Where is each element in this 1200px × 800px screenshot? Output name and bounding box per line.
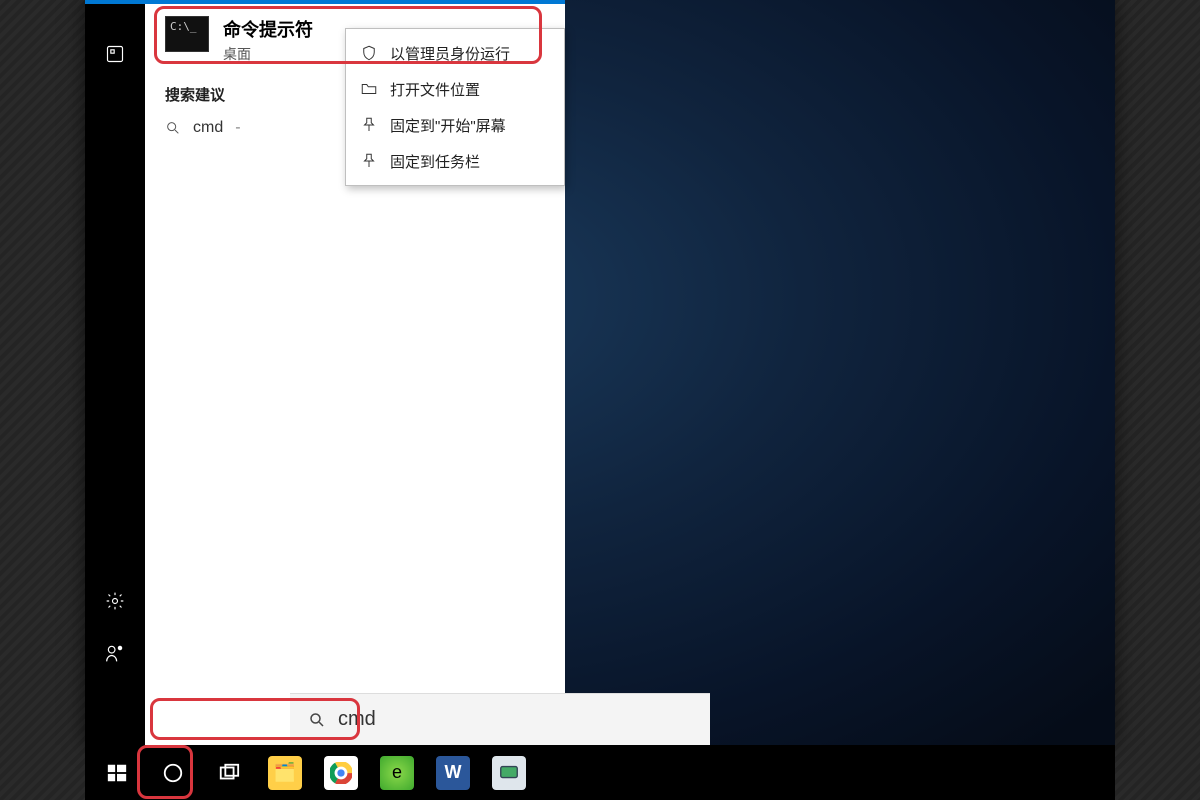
suggestion-label: cmd — [193, 119, 223, 137]
ctx-pin-to-start-label: 固定到"开始"屏幕 — [390, 115, 506, 136]
taskbar-app-vmware[interactable] — [483, 745, 535, 800]
feedback-icon[interactable] — [85, 627, 145, 679]
start-button[interactable] — [91, 745, 143, 800]
windows-logo-icon — [106, 762, 128, 784]
search-icon — [165, 120, 181, 136]
ctx-run-as-admin-label: 以管理员身份运行 — [390, 43, 510, 64]
cmd-icon: C:\_ — [165, 16, 209, 52]
best-match-text: 命令提示符 桌面 — [223, 16, 313, 64]
screenshot-stage: C:\_ 命令提示符 桌面 搜索建议 cmd - 〉 以管理员身份运行 打开文件… — [0, 0, 1200, 800]
search-input-container[interactable] — [290, 693, 710, 745]
file-explorer-icon: 🗂️ — [268, 756, 302, 790]
ctx-pin-to-taskbar[interactable]: 固定到任务栏 — [346, 143, 564, 179]
ctx-run-as-admin[interactable]: 以管理员身份运行 — [346, 35, 564, 71]
pin-icon — [360, 152, 378, 170]
taskview-icon — [218, 762, 240, 784]
best-match-title: 命令提示符 — [223, 16, 313, 42]
word-icon: W — [436, 756, 470, 790]
context-menu: 以管理员身份运行 打开文件位置 固定到"开始"屏幕 固定到任务栏 — [345, 28, 565, 186]
taskbar-app-word[interactable]: W — [427, 745, 479, 800]
settings-icon[interactable] — [85, 575, 145, 627]
task-view-button[interactable] — [203, 745, 255, 800]
ctx-open-file-location[interactable]: 打开文件位置 — [346, 71, 564, 107]
rail-accent — [85, 0, 145, 4]
panel-accent — [145, 0, 565, 4]
search-input[interactable] — [338, 708, 692, 731]
folder-icon — [360, 80, 378, 98]
suggestion-dash: - — [235, 119, 240, 137]
vmware-icon — [492, 756, 526, 790]
pin-icon — [360, 116, 378, 134]
search-results-panel: C:\_ 命令提示符 桌面 搜索建议 cmd - 〉 以管理员身份运行 打开文件… — [145, 0, 565, 745]
edge-icon: e — [380, 756, 414, 790]
rail-apps-icon[interactable] — [85, 28, 145, 80]
taskbar-app-edge[interactable]: e — [371, 745, 423, 800]
chrome-icon — [324, 756, 358, 790]
search-flyout-rail — [85, 0, 145, 745]
ctx-open-file-location-label: 打开文件位置 — [390, 79, 480, 100]
taskbar: 🗂️ e W — [85, 745, 1115, 800]
shield-admin-icon — [360, 44, 378, 62]
search-icon — [308, 711, 326, 729]
circle-icon — [162, 762, 184, 784]
ctx-pin-to-taskbar-label: 固定到任务栏 — [390, 151, 480, 172]
taskbar-app-chrome[interactable] — [315, 745, 367, 800]
best-match-subtitle: 桌面 — [223, 44, 313, 64]
cortana-search-button[interactable] — [147, 745, 199, 800]
taskbar-app-file-explorer[interactable]: 🗂️ — [259, 745, 311, 800]
ctx-pin-to-start[interactable]: 固定到"开始"屏幕 — [346, 107, 564, 143]
